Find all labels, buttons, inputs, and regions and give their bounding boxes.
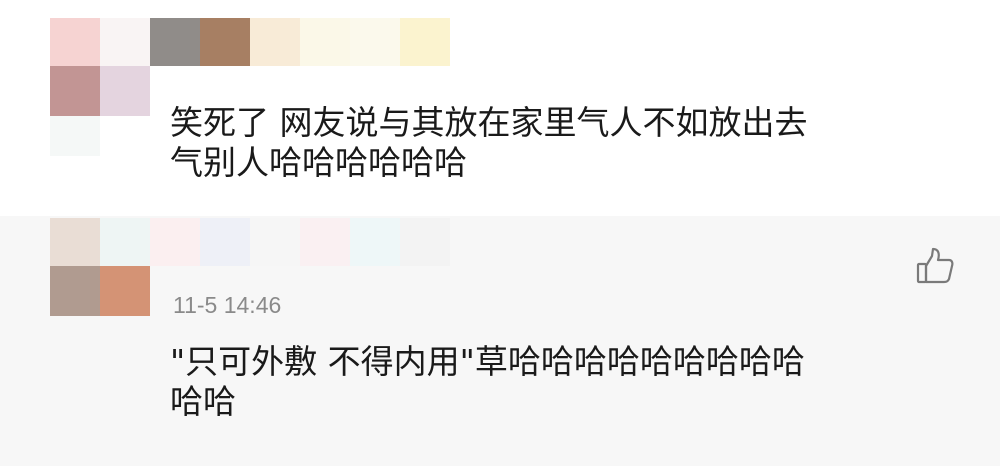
timestamp: 11-5 14:46 xyxy=(173,292,282,318)
thumbs-up-icon[interactable] xyxy=(914,246,956,286)
comment-item[interactable]: 笑死了 网友说与其放在家里气人不如放出去 气别人哈哈哈哈哈哈 xyxy=(0,0,1000,216)
username-pixelated[interactable] xyxy=(150,218,460,268)
username-pixelated[interactable] xyxy=(150,18,460,68)
reply-text: "只可外敷 不得内用"草哈哈哈哈哈哈哈哈哈 哈哈 xyxy=(170,342,805,421)
comment-text: 笑死了 网友说与其放在家里气人不如放出去 气别人哈哈哈哈哈哈 xyxy=(170,103,808,182)
avatar[interactable] xyxy=(0,0,160,156)
reply-item[interactable]: 11-5 14:46 "只可外敷 不得内用"草哈哈哈哈哈哈哈哈哈 哈哈 xyxy=(0,216,1000,466)
avatar[interactable] xyxy=(0,216,160,326)
